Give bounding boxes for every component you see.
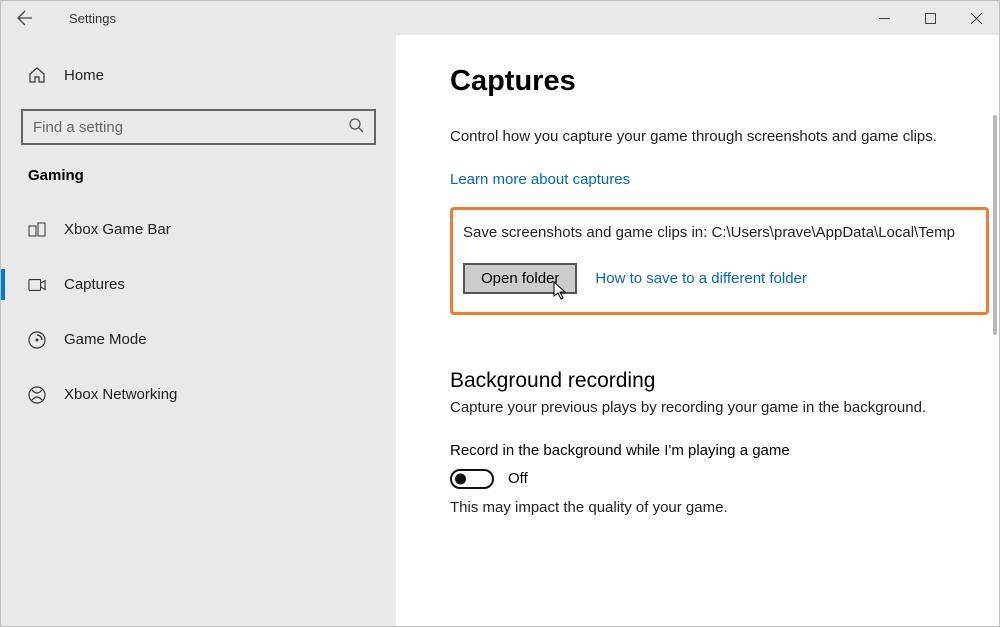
window-title: Settings — [69, 11, 116, 26]
open-folder-button[interactable]: Open folder — [463, 263, 577, 294]
sidebar: Home Gaming Xbox Game Bar — [1, 35, 396, 626]
sidebar-item-captures[interactable]: Captures — [1, 257, 396, 312]
background-record-toggle[interactable] — [450, 469, 494, 489]
page-title: Captures — [450, 65, 989, 98]
titlebar: Settings — [1, 1, 999, 35]
body-area: Home Gaming Xbox Game Bar — [1, 35, 999, 626]
toggle-row: Off — [450, 469, 989, 489]
toggle-state: Off — [508, 470, 528, 487]
back-arrow-icon — [17, 10, 33, 26]
different-folder-link[interactable]: How to save to a different folder — [595, 270, 807, 287]
close-icon — [971, 13, 982, 24]
xbox-networking-icon — [28, 386, 46, 404]
close-button[interactable] — [953, 1, 999, 35]
background-recording-title: Background recording — [450, 369, 989, 393]
open-folder-row: Open folder How to save to a different f… — [463, 263, 976, 294]
toggle-knob — [455, 473, 466, 484]
maximize-button[interactable] — [907, 1, 953, 35]
background-recording-desc: Capture your previous plays by recording… — [450, 399, 989, 416]
toggle-label: Record in the background while I'm playi… — [450, 442, 989, 459]
sidebar-home[interactable]: Home — [1, 55, 396, 95]
sidebar-item-label: Xbox Game Bar — [64, 221, 171, 238]
sidebar-item-xbox-game-bar[interactable]: Xbox Game Bar — [1, 202, 396, 257]
window-controls — [861, 1, 999, 35]
sidebar-item-xbox-networking[interactable]: Xbox Networking — [1, 367, 396, 422]
learn-more-link[interactable]: Learn more about captures — [450, 171, 630, 188]
home-label: Home — [64, 67, 104, 84]
save-location-highlight: Save screenshots and game clips in: C:\U… — [450, 207, 989, 315]
page-description: Control how you capture your game throug… — [450, 126, 970, 147]
game-bar-icon — [28, 221, 46, 239]
game-mode-icon — [28, 331, 46, 349]
settings-window: Settings Home — [0, 0, 1000, 627]
content-area: Captures Control how you capture your ga… — [396, 35, 999, 626]
maximize-icon — [925, 13, 936, 24]
minimize-icon — [879, 13, 890, 24]
search-box[interactable] — [21, 109, 376, 145]
search-wrap — [21, 109, 376, 145]
back-button[interactable] — [1, 1, 49, 35]
scrollbar[interactable] — [993, 115, 997, 335]
minimize-button[interactable] — [861, 1, 907, 35]
titlebar-left: Settings — [1, 1, 116, 35]
impact-text: This may impact the quality of your game… — [450, 499, 989, 516]
search-input[interactable] — [33, 119, 348, 136]
captures-icon — [28, 276, 46, 294]
save-path-text: Save screenshots and game clips in: C:\U… — [463, 222, 976, 245]
sidebar-item-label: Xbox Networking — [64, 386, 177, 403]
sidebar-item-label: Captures — [64, 276, 125, 293]
sidebar-item-label: Game Mode — [64, 331, 147, 348]
sidebar-item-game-mode[interactable]: Game Mode — [1, 312, 396, 367]
home-icon — [28, 66, 46, 84]
sidebar-category: Gaming — [1, 167, 396, 184]
search-icon — [348, 117, 364, 138]
